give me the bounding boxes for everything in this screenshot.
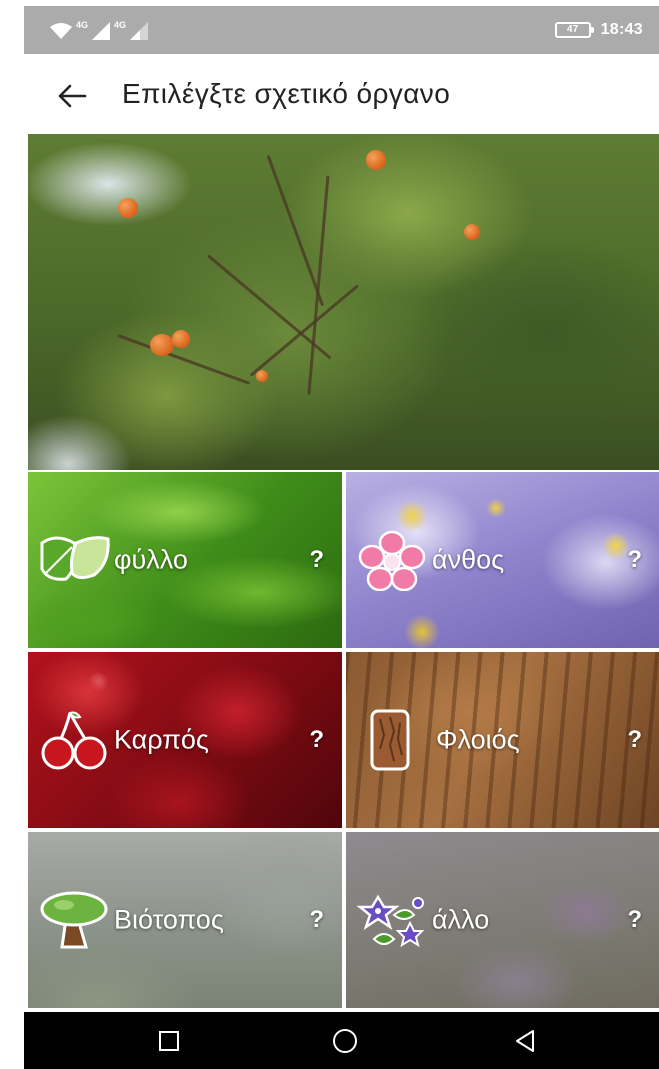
organ-tile-bark[interactable]: Φλοιός ? xyxy=(346,652,659,828)
organ-label: φύλλο xyxy=(114,544,188,575)
help-icon[interactable]: ? xyxy=(627,726,642,754)
recents-square-icon[interactable] xyxy=(154,1026,184,1056)
flower-icon xyxy=(358,530,426,591)
plant-photo xyxy=(28,134,659,470)
wifi-icon xyxy=(50,23,72,39)
organ-tile-habitat[interactable]: Βιότοπος ? xyxy=(28,832,342,1008)
battery-level: 47 xyxy=(567,24,579,35)
battery-icon: 47 xyxy=(554,22,594,38)
page-title: Επιλέγξτε σχετικό όργανο xyxy=(122,78,451,109)
organ-label: Φλοιός xyxy=(436,724,520,755)
organ-label: άνθος xyxy=(432,544,505,575)
help-icon[interactable]: ? xyxy=(309,906,324,934)
tree-icon xyxy=(40,891,108,949)
help-icon[interactable]: ? xyxy=(309,726,324,754)
status-icons-right: 47 18:43 xyxy=(554,18,643,42)
other-flowers-icon xyxy=(356,894,425,948)
back-triangle-icon[interactable] xyxy=(510,1026,540,1056)
home-circle-icon[interactable] xyxy=(330,1026,360,1056)
organ-label: Βιότοπος xyxy=(114,904,224,935)
status-icons-left: 4G 4G xyxy=(50,20,149,42)
organ-tile-flower[interactable]: άνθος ? xyxy=(346,472,659,648)
bark-icon xyxy=(370,709,410,771)
signal-icon-2 xyxy=(130,22,149,40)
organ-label: Καρπός xyxy=(114,724,209,755)
app-bar: Επιλέγξτε σχετικό όργανο xyxy=(24,54,659,136)
signal-icon xyxy=(92,22,111,40)
help-icon[interactable]: ? xyxy=(627,906,642,934)
organ-label: άλλο xyxy=(432,904,490,935)
clock: 18:43 xyxy=(600,21,643,38)
organ-grid: φύλλο ? άνθος ? Καρπός ? Φλοιός ? Βιότοπ… xyxy=(28,472,659,1008)
help-icon[interactable]: ? xyxy=(309,546,324,574)
leaf-icon xyxy=(40,536,110,581)
help-icon[interactable]: ? xyxy=(627,546,642,574)
cherry-icon xyxy=(41,711,107,770)
phone-screen: 4G 4G 47 18:43 Επιλέγξτε σχετικό όργανο xyxy=(24,6,659,1069)
organ-tile-leaf[interactable]: φύλλο ? xyxy=(28,472,342,648)
network-type-label: 4G xyxy=(76,20,89,30)
organ-tile-other[interactable]: άλλο ? xyxy=(346,832,659,1008)
status-bar: 4G 4G 47 18:43 xyxy=(24,6,659,54)
back-arrow-icon[interactable] xyxy=(54,80,90,112)
network-type-label-2: 4G xyxy=(114,20,127,30)
organ-tile-fruit[interactable]: Καρπός ? xyxy=(28,652,342,828)
navigation-bar xyxy=(24,1012,659,1069)
